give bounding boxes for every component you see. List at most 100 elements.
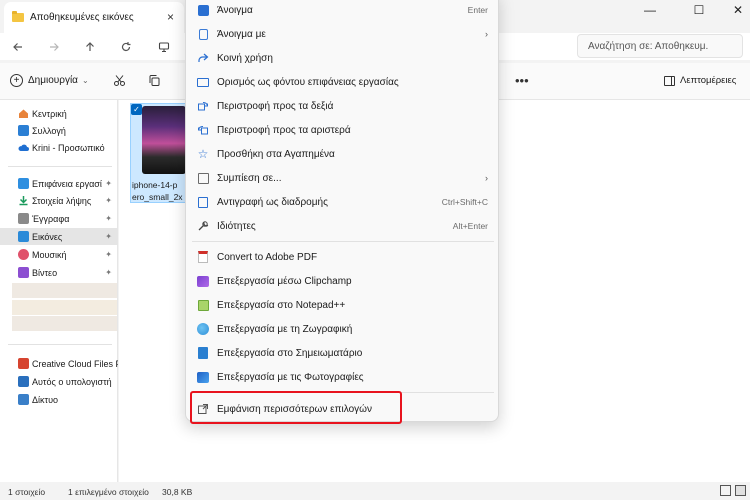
zip-icon bbox=[197, 172, 209, 184]
sidebar-item-gallery[interactable]: Συλλογή bbox=[0, 122, 118, 139]
menu-item-paint[interactable]: Επεξεργασία με τη Ζωγραφική bbox=[186, 317, 500, 341]
pictures-icon bbox=[18, 231, 29, 242]
sidebar-item-desktop[interactable]: Επιφάνεια εργασί ✦ bbox=[0, 175, 118, 192]
menu-item-compress[interactable]: Συμπίεση σε... › bbox=[186, 166, 500, 190]
sidebar-item-label: Έγγραφα bbox=[32, 213, 70, 224]
plus-icon: + bbox=[10, 74, 23, 87]
close-window-button[interactable]: ✕ bbox=[718, 0, 750, 20]
download-icon bbox=[19, 196, 28, 206]
sidebar-item-music[interactable]: Μουσική ✦ bbox=[0, 246, 118, 263]
address-bar-computer[interactable] bbox=[154, 37, 174, 57]
refresh-icon bbox=[121, 42, 131, 51]
image-icon bbox=[197, 4, 209, 16]
new-button[interactable]: + Δημιουργία ⌄ bbox=[10, 74, 89, 87]
wrench-icon bbox=[197, 220, 209, 232]
folder-icon bbox=[12, 11, 24, 22]
arrow-right-icon bbox=[50, 43, 59, 51]
blurred-item bbox=[12, 283, 117, 298]
menu-item-share[interactable]: Κοινή χρήση bbox=[186, 46, 500, 70]
sidebar-item-creative-cloud[interactable]: Creative Cloud Files F bbox=[0, 355, 118, 372]
new-label: Δημιουργία bbox=[28, 75, 78, 86]
menu-item-convert-pdf[interactable]: Convert to Adobe PDF bbox=[186, 245, 500, 269]
sidebar-item-this-pc[interactable]: Αυτός ο υπολογιστή bbox=[0, 373, 118, 390]
cut-button[interactable] bbox=[113, 74, 126, 90]
sidebar-item-label: Στοιχεία λήψης bbox=[32, 195, 92, 206]
sidebar-item-documents[interactable]: Έγγραφα ✦ bbox=[0, 210, 118, 227]
tab-saved-pictures[interactable]: Αποθηκευμένες εικόνες × bbox=[4, 2, 184, 33]
menu-item-notepadpp[interactable]: Επεξεργασία στο Notepad++ bbox=[186, 293, 500, 317]
network-icon bbox=[18, 394, 29, 405]
sidebar-divider bbox=[8, 166, 112, 167]
sidebar-item-label: Δίκτυο bbox=[32, 394, 58, 405]
sidebar-item-home[interactable]: Κεντρική bbox=[0, 105, 118, 122]
selected-count: 1 επιλεγμένο στοιχείο bbox=[68, 487, 149, 497]
scissors-icon bbox=[114, 75, 125, 86]
sidebar-item-pictures[interactable]: Εικόνες ✦ bbox=[0, 228, 118, 245]
up-button[interactable] bbox=[80, 37, 100, 57]
forward-button[interactable] bbox=[44, 37, 64, 57]
menu-item-add-favorites[interactable]: ☆ Προσθήκη στα Αγαπημένα bbox=[186, 142, 500, 166]
selection-checkbox[interactable]: ✓ bbox=[131, 104, 142, 115]
pin-icon: ✦ bbox=[105, 196, 112, 205]
pin-icon: ✦ bbox=[105, 250, 112, 259]
menu-item-notepad[interactable]: Επεξεργασία στο Σημειωματάριο bbox=[186, 341, 500, 365]
copy-path-icon bbox=[197, 196, 209, 208]
music-icon bbox=[18, 249, 29, 260]
blurred-item bbox=[12, 300, 117, 315]
menu-item-set-wallpaper[interactable]: Ορισμός ως φόντου επιφάνειας εργασίας bbox=[186, 70, 500, 94]
sidebar-item-label: Συλλογή bbox=[32, 125, 66, 136]
highlight-box bbox=[190, 391, 402, 424]
sidebar-item-label: Εικόνες bbox=[32, 231, 63, 242]
close-tab-button[interactable]: × bbox=[167, 10, 174, 24]
image-thumbnail bbox=[142, 106, 186, 174]
menu-item-rotate-right[interactable]: Περιστροφή προς τα δεξιά bbox=[186, 94, 500, 118]
rotate-left-icon bbox=[197, 124, 209, 136]
pdf-icon bbox=[197, 251, 209, 263]
arrow-left-icon bbox=[13, 43, 22, 51]
search-input[interactable]: Αναζήτηση σε: Αποθηκευμ. bbox=[577, 34, 743, 58]
menu-item-clipchamp[interactable]: Επεξεργασία μέσω Clipchamp bbox=[186, 269, 500, 293]
sidebar-divider bbox=[8, 344, 112, 345]
computer-icon bbox=[18, 376, 29, 387]
file-name-line-1: iphone-14-p bbox=[132, 180, 178, 190]
file-name: iphone-14-p ero_small_2x bbox=[132, 179, 186, 203]
copy-icon bbox=[149, 75, 160, 86]
sidebar-item-label: Επιφάνεια εργασί bbox=[32, 178, 102, 189]
gallery-icon bbox=[18, 125, 29, 136]
menu-item-open-with[interactable]: Άνοιγμα με › bbox=[186, 22, 500, 46]
rotate-right-icon bbox=[197, 100, 209, 112]
menu-item-open[interactable]: Άνοιγμα Enter bbox=[186, 0, 500, 22]
menu-item-properties[interactable]: Ιδιότητες Alt+Enter bbox=[186, 214, 500, 238]
sidebar-item-label: Βίντεο bbox=[32, 267, 58, 278]
copy-button[interactable] bbox=[148, 74, 161, 90]
document-icon bbox=[18, 213, 29, 224]
pin-icon: ✦ bbox=[105, 268, 112, 277]
sidebar-item-label: Krini - Προσωπικό bbox=[32, 142, 105, 153]
menu-item-copy-path[interactable]: Αντιγραφή ως διαδρομής Ctrl+Shift+C bbox=[186, 190, 500, 214]
home-icon bbox=[19, 109, 28, 118]
file-name-line-2: ero_small_2x bbox=[132, 192, 183, 202]
details-pane-button[interactable]: Λεπτομέρειες bbox=[664, 75, 736, 86]
photos-icon bbox=[197, 371, 209, 383]
view-toggle bbox=[720, 485, 746, 496]
back-button[interactable] bbox=[8, 37, 28, 57]
video-icon bbox=[18, 267, 29, 278]
sidebar-item-videos[interactable]: Βίντεο ✦ bbox=[0, 264, 118, 281]
sidebar-item-onedrive[interactable]: Krini - Προσωπικό bbox=[0, 139, 118, 156]
wallpaper-icon bbox=[197, 76, 209, 88]
maximize-button[interactable]: ☐ bbox=[679, 0, 719, 20]
clipchamp-icon bbox=[197, 275, 209, 287]
share-icon bbox=[197, 52, 209, 64]
paint-icon bbox=[197, 323, 209, 335]
menu-item-rotate-left[interactable]: Περιστροφή προς τα αριστερά bbox=[186, 118, 500, 142]
minimize-button[interactable]: — bbox=[630, 0, 670, 20]
details-view-icon[interactable] bbox=[720, 485, 731, 496]
more-options-button[interactable]: ••• bbox=[515, 73, 529, 88]
menu-item-photos[interactable]: Επεξεργασία με τις Φωτογραφίες bbox=[186, 365, 500, 389]
thumbnail-view-icon[interactable] bbox=[735, 485, 746, 496]
sidebar-item-label: Κεντρική bbox=[32, 108, 67, 119]
sidebar-item-network[interactable]: Δίκτυο bbox=[0, 391, 118, 408]
sidebar-item-downloads[interactable]: Στοιχεία λήψης ✦ bbox=[0, 192, 118, 209]
refresh-button[interactable] bbox=[116, 37, 136, 57]
tab-title: Αποθηκευμένες εικόνες bbox=[30, 12, 134, 23]
